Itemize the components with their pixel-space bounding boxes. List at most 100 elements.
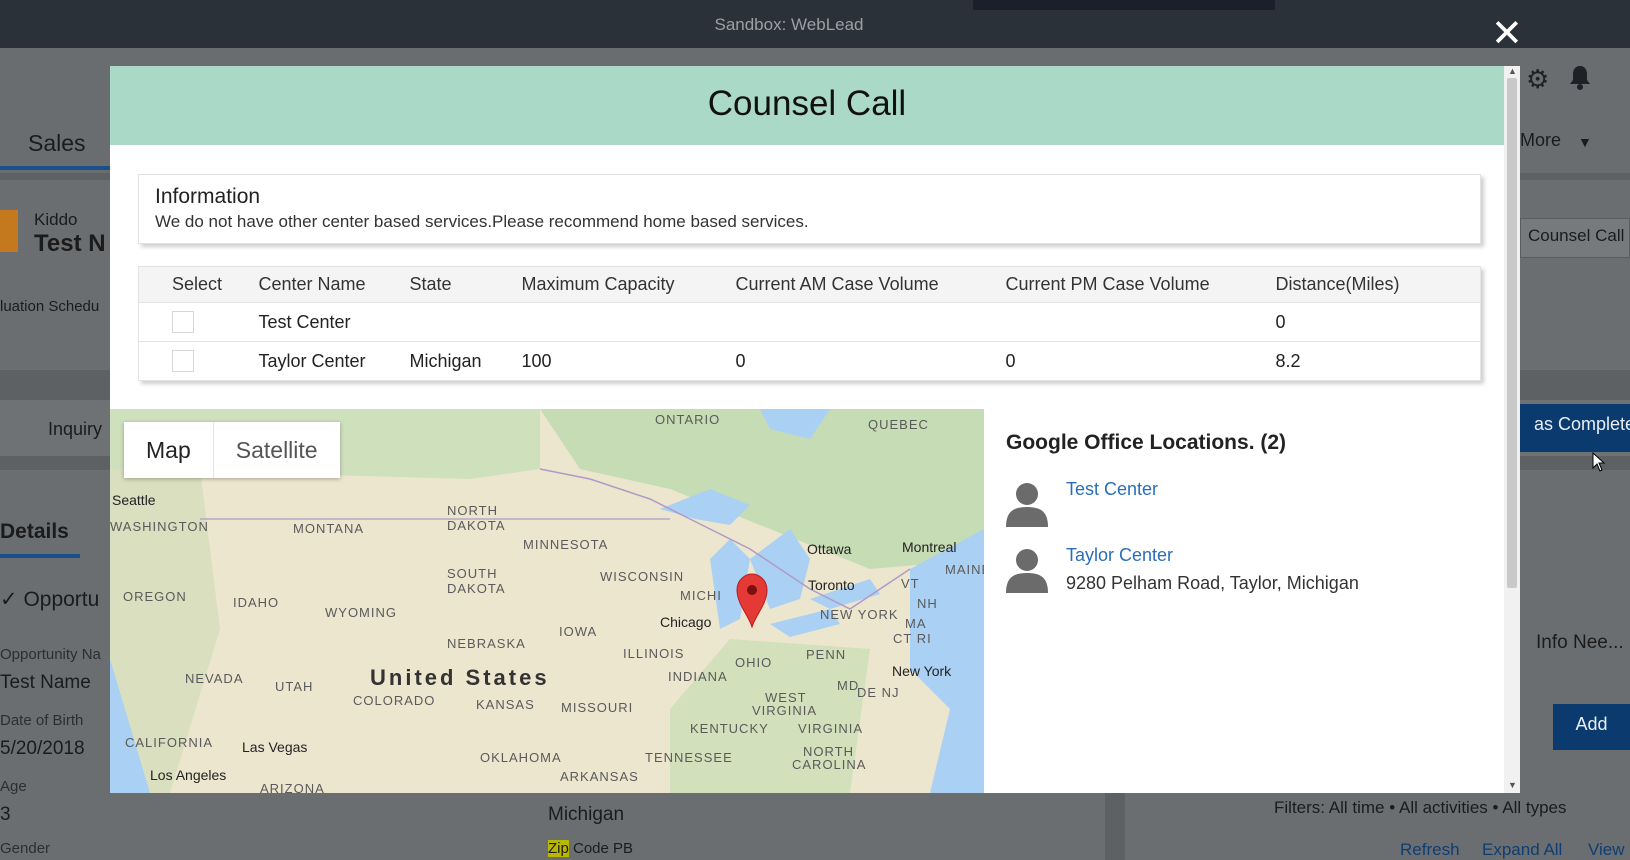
field-label: Date of Birth [0,712,84,729]
information-heading: Information [155,185,261,208]
list-item: Test Center [1006,455,1486,527]
location-address: 9280 Pelham Road, Taylor, Michigan [1066,573,1359,593]
select-checkbox[interactable] [172,311,194,334]
map-label: PENN [806,647,847,662]
record-type: Kiddo [34,210,78,229]
mouse-cursor-icon [1592,452,1606,472]
map-label: NORTH [447,503,498,518]
field-value: Test Name [0,672,91,693]
details-tab[interactable]: Details [0,520,69,544]
table-row: Test Center 0 [138,302,1481,342]
column-header: Maximum Capacity [521,266,736,303]
map-label: DAKOTA [447,518,506,533]
modal-title: Counsel Call [707,84,907,123]
map-label: UTAH [275,679,314,694]
path-step-inquiry[interactable]: Inquiry [48,419,102,440]
map-label: Chicago [660,614,712,630]
map-label: VIRGINIA [752,703,818,718]
window-title: Sandbox: WebLead [714,15,864,34]
map-label: Montreal [902,539,957,555]
app-name[interactable]: Sales [28,130,86,157]
map-label: QUEBEC [868,417,929,432]
map-label: VT [901,576,920,591]
map-label: IOWA [559,624,598,639]
add-button[interactable]: Add [1553,704,1630,750]
zip-label-rest: Code PB [568,840,634,857]
map-label: DE NJ [857,685,900,700]
map-label: MA [905,616,927,631]
map-label: United States [370,665,550,690]
view-link[interactable]: View [1588,840,1625,860]
counsel-call-button[interactable]: Counsel Call [1528,226,1624,246]
map-label: OREGON [123,589,187,604]
app-tab-indicator [0,166,110,170]
map-label: KANSAS [476,697,535,712]
person-icon [1006,549,1048,593]
scroll-down-icon[interactable]: ▼ [1508,780,1517,790]
map-label: OHIO [735,655,773,670]
mark-complete-button[interactable]: as Complete [1520,404,1630,452]
center-name-link[interactable]: Test Center [258,302,410,342]
column-header: Current PM Case Volume [1005,266,1276,303]
column-header: Current AM Case Volume [735,266,1006,303]
details-tab-indicator [0,554,80,558]
record-icon [0,210,18,252]
column-header: State [409,266,522,303]
modal-header: Counsel Call [110,66,1504,145]
pm-volume-cell: 0 [1005,341,1276,381]
info-needed: Info Nee... [1536,632,1624,653]
section-label: Opportu [23,588,100,611]
map-label: MINNESOTA [523,537,609,552]
refresh-link[interactable]: Refresh [1400,840,1460,860]
opportunity-section[interactable]: ✓ Opportu [0,587,99,612]
map-type-control: Map Satellite [124,422,340,478]
map-label: CALIFORNIA [125,735,214,750]
map-label: IDAHO [233,595,280,610]
pm-volume-cell [1005,302,1276,342]
map-label: Seattle [112,492,156,508]
title-bar-strip [973,0,1275,10]
map-label: WYOMING [325,605,397,620]
table-header-row: Select Center Name State Maximum Capacit… [138,266,1481,303]
select-cell [138,302,259,342]
scroll-thumb[interactable] [1507,78,1517,588]
map-label: MICHI [680,588,722,603]
satellite-tab[interactable]: Satellite [212,422,340,478]
google-map[interactable]: Map Satellite ONTARIO QUEBEC Seattle WAS… [110,409,984,793]
centers-table: Select Center Name State Maximum Capacit… [138,266,1481,381]
select-checkbox[interactable] [172,350,194,373]
column-header: Center Name [258,266,410,303]
expand-all-link[interactable]: Expand All [1482,840,1562,860]
map-label: COLORADO [353,693,436,708]
list-item: Taylor Center 9280 Pelham Road, Taylor, … [1006,521,1486,593]
location-name-link[interactable]: Taylor Center [1066,545,1173,566]
map-label: OKLAHOMA [480,750,562,765]
filters-text[interactable]: Filters: All time • All activities • All… [1274,798,1567,818]
location-name-link[interactable]: Test Center [1066,479,1158,500]
more-menu[interactable]: More [1520,130,1561,151]
map-label: Los Angeles [150,767,227,783]
close-icon[interactable]: ✕ [1491,14,1523,52]
modal-scrollbar[interactable]: ▲ ▼ [1504,66,1520,793]
chevron-down-icon[interactable]: ▼ [1578,134,1592,150]
map-tab[interactable]: Map [124,422,213,478]
bell-icon[interactable] [1568,64,1592,97]
select-cell [138,341,259,381]
locations-heading: Google Office Locations. (2) [1006,431,1287,454]
map-label: Las Vegas [242,739,308,755]
map-label: KENTUCKY [690,721,769,736]
map-label: NEVADA [185,671,244,686]
map-label: New York [892,663,952,679]
scroll-up-icon[interactable]: ▲ [1508,66,1517,76]
map-pin-icon[interactable] [735,572,769,628]
gear-icon[interactable]: ⚙ [1526,64,1549,95]
map-label: TENNESSEE [645,750,733,765]
field-label: Opportunity Na [0,646,101,663]
table-row: Taylor Center Michigan 100 0 0 8.2 [138,341,1481,381]
state-cell [409,302,522,342]
map-label: ILLINOIS [623,646,685,661]
center-name-link[interactable]: Taylor Center [258,341,410,381]
field-value: 3 [0,804,11,825]
evaluation-label: luation Schedu [0,298,100,315]
map-label: NH [917,596,938,611]
